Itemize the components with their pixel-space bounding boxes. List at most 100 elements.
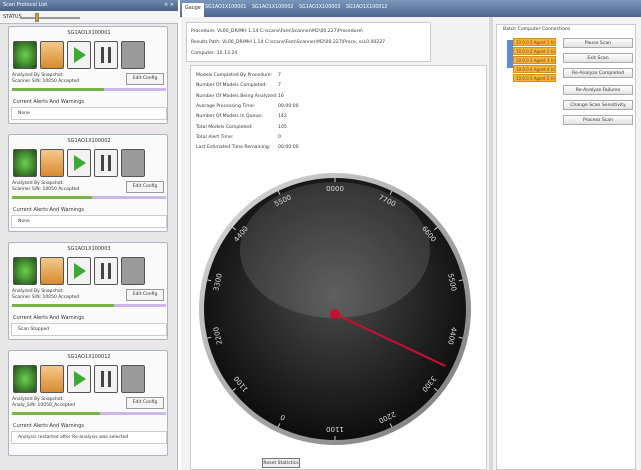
pause-button[interactable] bbox=[94, 365, 118, 393]
stat-label: Number Of Models In Queue: bbox=[196, 114, 263, 120]
edit-config-button[interactable]: Edit Config bbox=[126, 181, 164, 193]
splitter[interactable] bbox=[489, 17, 493, 470]
stop-button[interactable] bbox=[121, 365, 145, 393]
scan-progress-bar bbox=[12, 412, 166, 415]
side-action-button[interactable]: Process Scan bbox=[563, 115, 633, 125]
play-button[interactable] bbox=[67, 365, 91, 393]
pause-button[interactable] bbox=[94, 149, 118, 177]
results-path-line: Results Path: VL00_DR/MH 1.14 C:\scans\F… bbox=[191, 40, 386, 45]
play-button[interactable] bbox=[67, 41, 91, 69]
play-button[interactable] bbox=[67, 149, 91, 177]
stat-value: 7 bbox=[278, 83, 281, 89]
model-info-box: Procedure: VL00_DR/MH 1.14 C:\scans\Fam\… bbox=[186, 22, 431, 62]
status-label: STATUS bbox=[3, 14, 22, 20]
alerts-label: Current Alerts And Warnings bbox=[13, 315, 84, 321]
close-icon[interactable]: × ✕ bbox=[164, 0, 174, 11]
scanner-card-title: SG1AO1X100012 bbox=[67, 354, 111, 360]
gauge-glare bbox=[240, 182, 430, 318]
alerts-label: Current Alerts And Warnings bbox=[13, 423, 84, 429]
edit-config-button[interactable]: Edit Config bbox=[126, 73, 164, 85]
analysis-icon-button[interactable] bbox=[13, 257, 37, 285]
connection-slot[interactable]: 10.0.0.3 Agent 3 (idle) bbox=[513, 56, 556, 64]
connection-slot[interactable]: 10.0.0.2 Agent 2 (idle) bbox=[513, 47, 556, 55]
stop-button[interactable] bbox=[121, 257, 145, 285]
scanner-sn: Analyzed By Snapshot: Analy_S/N: 10050_Ac… bbox=[12, 397, 76, 408]
analysis-icon-button[interactable] bbox=[13, 365, 37, 393]
status-track bbox=[20, 17, 80, 19]
tab-gauge[interactable]: Gauge bbox=[182, 3, 204, 17]
stat-label: Last Estimated Time Remaining: bbox=[196, 145, 271, 151]
scanner-card-title: SG1AO1X100002 bbox=[67, 138, 111, 144]
report-icon-button[interactable] bbox=[40, 365, 64, 393]
alerts-label: Current Alerts And Warnings bbox=[13, 207, 84, 213]
stat-label: Number Of Models Completed: bbox=[196, 83, 267, 89]
scanner-card: SG1AO1X100001 Analyzed By Snapshot: Scann… bbox=[8, 26, 168, 124]
tab-sg1ao1x100001[interactable]: SG1AO1X100001 bbox=[205, 5, 246, 10]
scanner-card: SG1AO1X100002 Analyzed By Snapshot: Scann… bbox=[8, 134, 168, 232]
scanner-card: SG1AO1X100003 Analyzed By Snapshot: Scann… bbox=[8, 242, 168, 340]
alerts-box: Scan Stopped bbox=[11, 323, 167, 336]
alerts-label: Current Alerts And Warnings bbox=[13, 99, 84, 105]
scanner-sn: Analyzed By Snapshot: Scanner S/N: 10050 … bbox=[12, 289, 80, 300]
pause-button[interactable] bbox=[94, 41, 118, 69]
scanner-card-title: SG1AO1X100001 bbox=[67, 30, 111, 36]
stop-button[interactable] bbox=[121, 149, 145, 177]
scan-progress-bar bbox=[12, 304, 166, 307]
side-action-button[interactable]: Re-Analyze Failures bbox=[563, 85, 633, 95]
connection-slot[interactable]: 10.0.0.5 Agent 5 (idle) bbox=[513, 74, 556, 82]
status-slider-row: STATUS bbox=[0, 11, 178, 24]
gauge-tick-label: 0000 bbox=[326, 185, 344, 193]
reset-statistics-button[interactable]: Reset Statistics bbox=[262, 458, 300, 468]
scanner-card: SG1AO1X100012 Analyzed By Snapshot: Analy… bbox=[8, 350, 168, 456]
scanner-card-title: SG1AO1X100003 bbox=[67, 246, 111, 252]
stat-value: 7 bbox=[278, 73, 281, 78]
stat-label: Number Of Models Being Analyzed: bbox=[196, 93, 278, 99]
scanner-sn: Analyzed By Snapshot: Scanner S/N: 10050 … bbox=[12, 73, 80, 84]
analysis-icon-button[interactable] bbox=[13, 149, 37, 177]
report-icon-button[interactable] bbox=[40, 41, 64, 69]
tab-bar: Gauge SG1AO1X100001 SG1AO1X100002 SG1AO1… bbox=[180, 0, 641, 17]
report-icon-button[interactable] bbox=[40, 149, 64, 177]
status-slider-thumb[interactable] bbox=[35, 13, 39, 22]
stat-label: Total Alert Time: bbox=[196, 134, 234, 140]
side-action-button[interactable]: Re-Analyze Completed bbox=[563, 68, 633, 78]
batch-connections-title: Batch Computer Connections bbox=[503, 27, 571, 32]
scan-progress-bar bbox=[12, 88, 166, 91]
side-action-button[interactable]: Change Scan Sensitivity bbox=[563, 100, 633, 110]
procedure-line: Procedure: VL00_DR/MH 1.14 C:\scans\Fam\… bbox=[191, 29, 363, 34]
tab-sg1ao1x100003[interactable]: SG1AO1X100003 bbox=[299, 5, 340, 10]
stat-value: 00:00:00 bbox=[278, 103, 299, 109]
stat-value: 00:00:00 bbox=[278, 145, 299, 151]
gauge-tick-label: 1100 bbox=[326, 425, 344, 433]
scan-progress-bar bbox=[12, 196, 166, 199]
connection-slot[interactable]: 10.0.0.1 Agent 1 (idle) bbox=[513, 38, 556, 46]
alerts-box: None bbox=[11, 107, 167, 120]
edit-config-button[interactable]: Edit Config bbox=[126, 397, 164, 409]
protocol-list-title: Scan Protocol List bbox=[3, 2, 48, 8]
scanner-sn: Analyzed By Snapshot: Scanner S/N: 10050 … bbox=[12, 181, 80, 192]
alerts-box: Analysis restarted after Re-analysis was… bbox=[11, 431, 167, 444]
stat-label: Models Completed By Procedure: bbox=[196, 73, 273, 78]
computer-line: Computer: 10.13.24 bbox=[191, 51, 238, 56]
connection-slot[interactable]: 10.0.0.4 Agent 4 (idle) bbox=[513, 65, 556, 73]
report-icon-button[interactable] bbox=[40, 257, 64, 285]
tab-sg1ao1x100012[interactable]: SG1AO1X100012 bbox=[346, 5, 387, 10]
protocol-list-header: Scan Protocol List × ✕ bbox=[0, 0, 178, 11]
stat-value: 105 bbox=[278, 124, 287, 130]
gauge-hub bbox=[330, 309, 340, 319]
stat-value: 16 bbox=[278, 93, 284, 99]
side-action-button[interactable]: Exit Scan bbox=[563, 53, 633, 63]
analysis-icon-button[interactable] bbox=[13, 41, 37, 69]
edit-config-button[interactable]: Edit Config bbox=[126, 289, 164, 301]
progress-gauge: 0000770066005500440033002200110001100220… bbox=[199, 173, 471, 445]
stop-button[interactable] bbox=[121, 41, 145, 69]
play-button[interactable] bbox=[67, 257, 91, 285]
alerts-box: None bbox=[11, 215, 167, 228]
stat-value: 0 bbox=[278, 134, 281, 140]
tab-sg1ao1x100002[interactable]: SG1AO1X100002 bbox=[252, 5, 293, 10]
side-action-button[interactable]: Pause Scan bbox=[563, 38, 633, 48]
stat-label: Average Processing Time: bbox=[196, 103, 256, 109]
pause-button[interactable] bbox=[94, 257, 118, 285]
stat-value: 142 bbox=[278, 114, 287, 120]
stat-label: Total Models Completed: bbox=[196, 124, 253, 130]
